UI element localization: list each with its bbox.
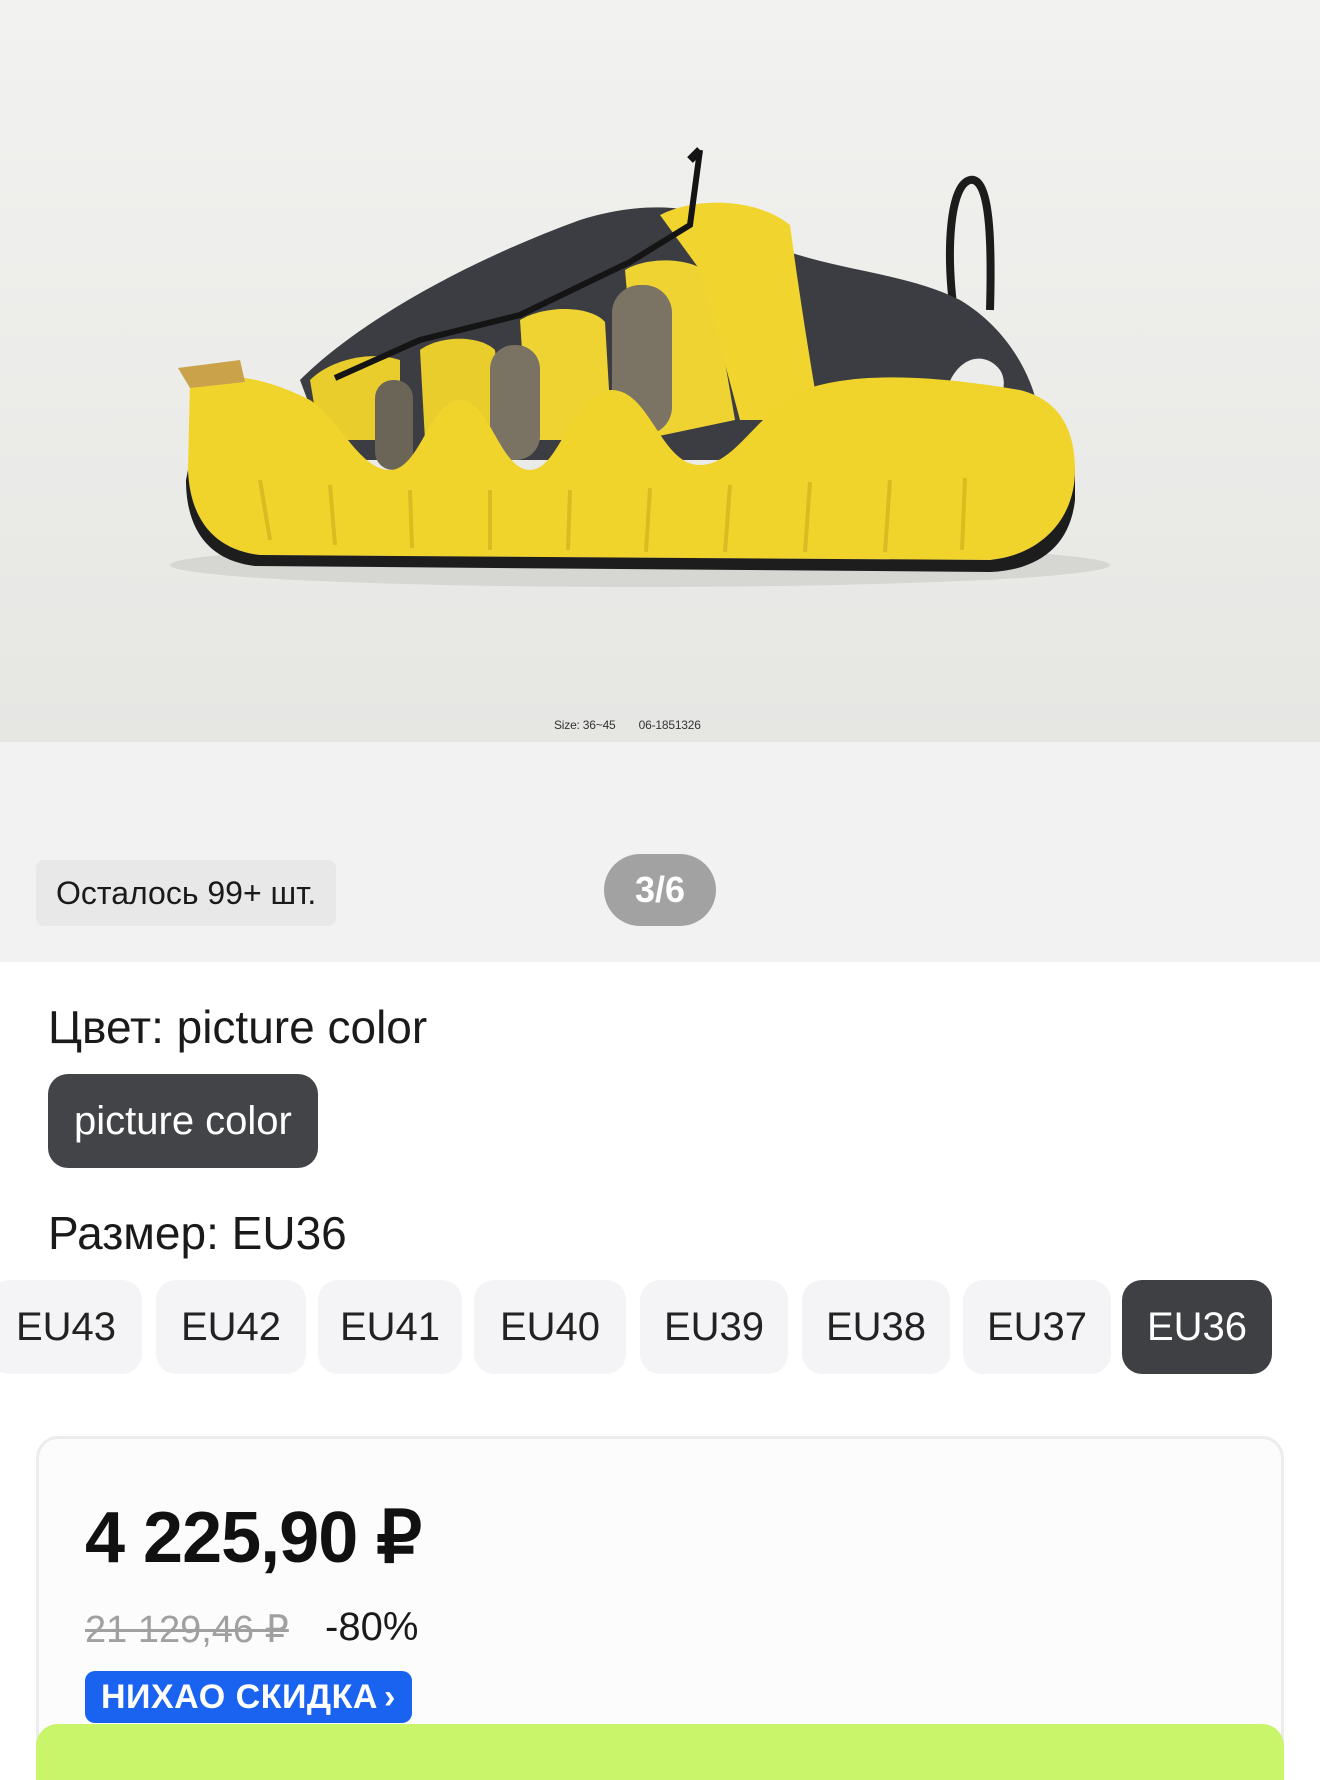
chevron-right-icon: › <box>383 1678 396 1716</box>
old-price: 21 129,46 ₽ <box>85 1609 289 1651</box>
size-option-eu43[interactable]: EU43 <box>0 1280 142 1374</box>
product-photo[interactable]: Size: 36~45 06-1851326 <box>0 0 1320 742</box>
color-option-picture-color[interactable]: picture color <box>48 1074 318 1168</box>
size-option-eu42[interactable]: EU42 <box>156 1280 306 1374</box>
size-option-eu37[interactable]: EU37 <box>963 1280 1111 1374</box>
stock-badge: Осталось 99+ шт. <box>36 860 337 926</box>
promo-badge[interactable]: НИХАО СКИДКА › <box>85 1671 412 1723</box>
photo-caption: Size: 36~45 06-1851326 <box>554 718 701 732</box>
size-options: EU43 EU42 EU41 EU40 EU39 EU38 EU37 EU36 <box>0 1280 1320 1374</box>
promo-label: НИХАО СКИДКА <box>101 1678 378 1716</box>
color-label: Цвет: picture color <box>48 1001 428 1053</box>
photo-size-text: Size: 36~45 <box>554 718 616 732</box>
sandal-image <box>0 0 1320 742</box>
current-price: 4 225,90 ₽ <box>85 1498 422 1578</box>
product-gallery[interactable]: Size: 36~45 06-1851326 Осталось 99+ шт. … <box>0 0 1320 962</box>
add-to-cart-button[interactable] <box>36 1724 1284 1780</box>
size-option-eu39[interactable]: EU39 <box>640 1280 788 1374</box>
size-option-eu38[interactable]: EU38 <box>802 1280 950 1374</box>
size-option-eu36[interactable]: EU36 <box>1122 1280 1272 1374</box>
size-option-eu40[interactable]: EU40 <box>474 1280 626 1374</box>
image-page-counter: 3/6 <box>604 854 716 926</box>
photo-code-text: 06-1851326 <box>638 718 701 732</box>
discount-percent: -80% <box>325 1605 419 1649</box>
size-label: Размер: EU36 <box>48 1207 347 1259</box>
size-option-eu41[interactable]: EU41 <box>318 1280 462 1374</box>
